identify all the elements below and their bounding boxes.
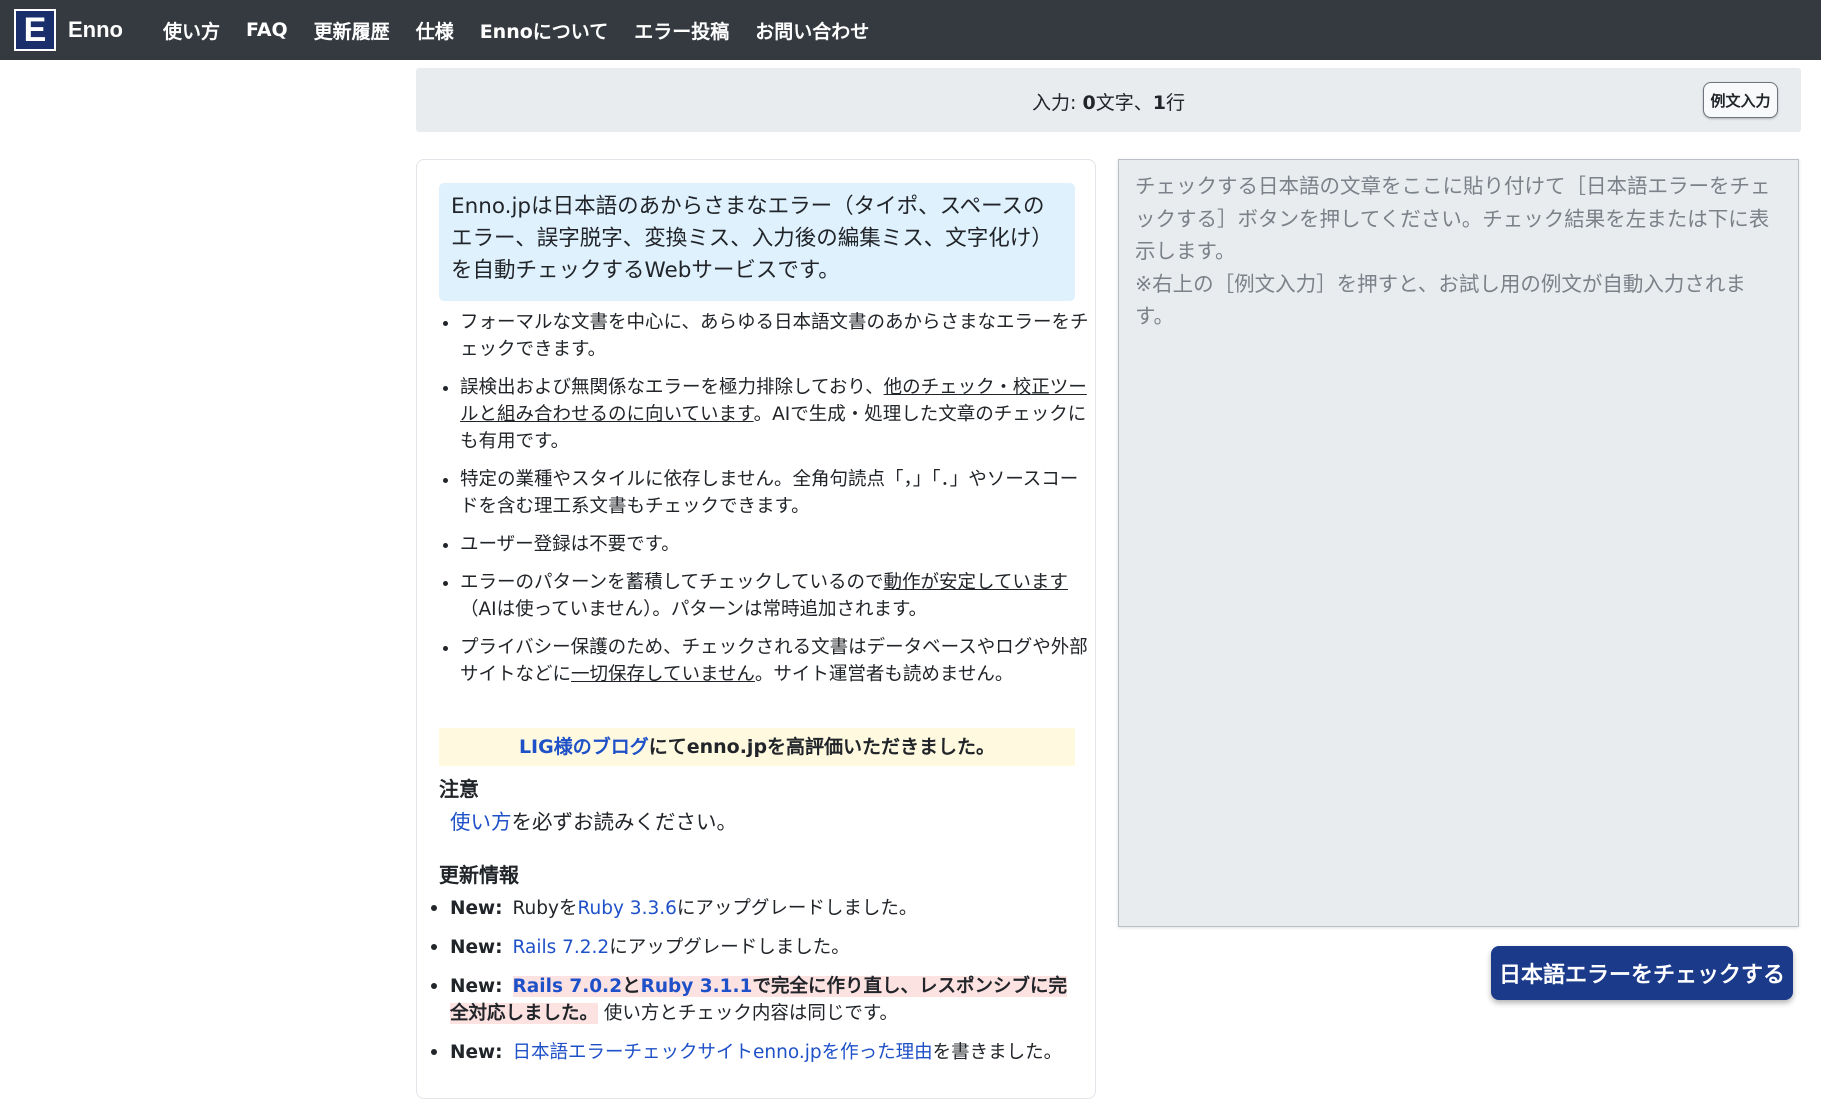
input-counter: 入力: 0文字、1行 xyxy=(1032,92,1185,114)
usage-link[interactable]: 使い方 xyxy=(450,810,512,834)
update-item: New:日本語エラーチェックサイトenno.jpを作った理由を書きました。 xyxy=(450,1038,1070,1066)
enno-logo-icon: E xyxy=(14,9,56,51)
feature-list: フォーマルな文書を中心に、あらゆる日本語文書のあからさまなエラーをチェックできま… xyxy=(439,309,1090,699)
info-card: Enno.jpは日本語のあからさまなエラー（タイポ、スペースのエラー、誤字脱字、… xyxy=(416,159,1096,1099)
update-item: New:Rails 7.2.2にアップグレードしました。 xyxy=(450,933,1070,961)
update-item: New:RubyをRuby 3.3.6にアップグレードしました。 xyxy=(450,894,1070,922)
char-count: 0 xyxy=(1082,92,1096,114)
ruby-336-link[interactable]: Ruby 3.3.6 xyxy=(577,898,676,919)
brand-link[interactable]: E Enno xyxy=(14,9,123,51)
ruby-311-link[interactable]: Ruby 3.1.1 xyxy=(641,976,753,997)
intro-box: Enno.jpは日本語のあからさまなエラー（タイポ、スペースのエラー、誤字脱字、… xyxy=(439,183,1075,301)
example-input-button[interactable]: 例文入力 xyxy=(1703,82,1778,118)
nav-error-report[interactable]: エラー投稿 xyxy=(634,17,729,44)
line-count: 1 xyxy=(1152,92,1166,114)
feature-underline: 動作が安定しています xyxy=(883,572,1068,593)
updates-heading: 更新情報 xyxy=(439,863,519,887)
nav-contact[interactable]: お問い合わせ xyxy=(755,17,869,44)
feature-item: エラーのパターンを蓄積してチェックしているので動作が安定しています（AIは使って… xyxy=(460,569,1090,623)
nav-faq[interactable]: FAQ xyxy=(246,19,288,41)
feature-item: フォーマルな文書を中心に、あらゆる日本語文書のあからさまなエラーをチェックできま… xyxy=(460,309,1090,363)
feature-underline: 一切保存していません xyxy=(571,664,755,685)
nav-usage[interactable]: 使い方 xyxy=(163,17,220,44)
check-errors-button[interactable]: 日本語エラーをチェックする xyxy=(1491,946,1793,1000)
nav-history[interactable]: 更新履歴 xyxy=(314,17,390,44)
feature-item: 誤検出および無関係なエラーを極力排除しており、他のチェック・校正ツールと組み合わ… xyxy=(460,374,1090,455)
nav-about[interactable]: Ennoについて xyxy=(480,17,609,44)
feature-item: 特定の業種やスタイルに依存しません。全角句読点「，」「．」やソースコードを含む理… xyxy=(460,466,1090,520)
japanese-text-input[interactable] xyxy=(1119,160,1798,926)
lig-blog-link[interactable]: LIG様のブログ xyxy=(519,736,649,758)
brand-name: Enno xyxy=(68,17,123,42)
feature-item: ユーザー登録は不要です。 xyxy=(460,531,1090,558)
rails-722-link[interactable]: Rails 7.2.2 xyxy=(513,937,610,958)
feature-item: プライバシー保護のため、チェックされる文書はデータベースやログや外部サイトなどに… xyxy=(460,634,1090,688)
nav-spec[interactable]: 仕様 xyxy=(416,17,454,44)
why-enno-link[interactable]: 日本語エラーチェックサイトenno.jpを作った理由 xyxy=(513,1042,933,1063)
rails-702-link[interactable]: Rails 7.0.2 xyxy=(513,976,623,997)
updates-list: New:RubyをRuby 3.3.6にアップグレードしました。 New:Rai… xyxy=(450,894,1070,1077)
text-editor xyxy=(1118,159,1799,927)
update-item: New:Rails 7.0.2とRuby 3.1.1で完全に作り直し、レスポンシ… xyxy=(450,972,1070,1027)
input-info-bar: 入力: 0文字、1行 例文入力 xyxy=(416,68,1801,132)
navbar: E Enno 使い方 FAQ 更新履歴 仕様 Ennoについて エラー投稿 お問… xyxy=(0,0,1821,60)
notice-text: 使い方を必ずお読みください。 xyxy=(450,810,737,834)
lig-banner: LIG様のブログにてenno.jpを高評価いただきました。 xyxy=(439,728,1075,766)
